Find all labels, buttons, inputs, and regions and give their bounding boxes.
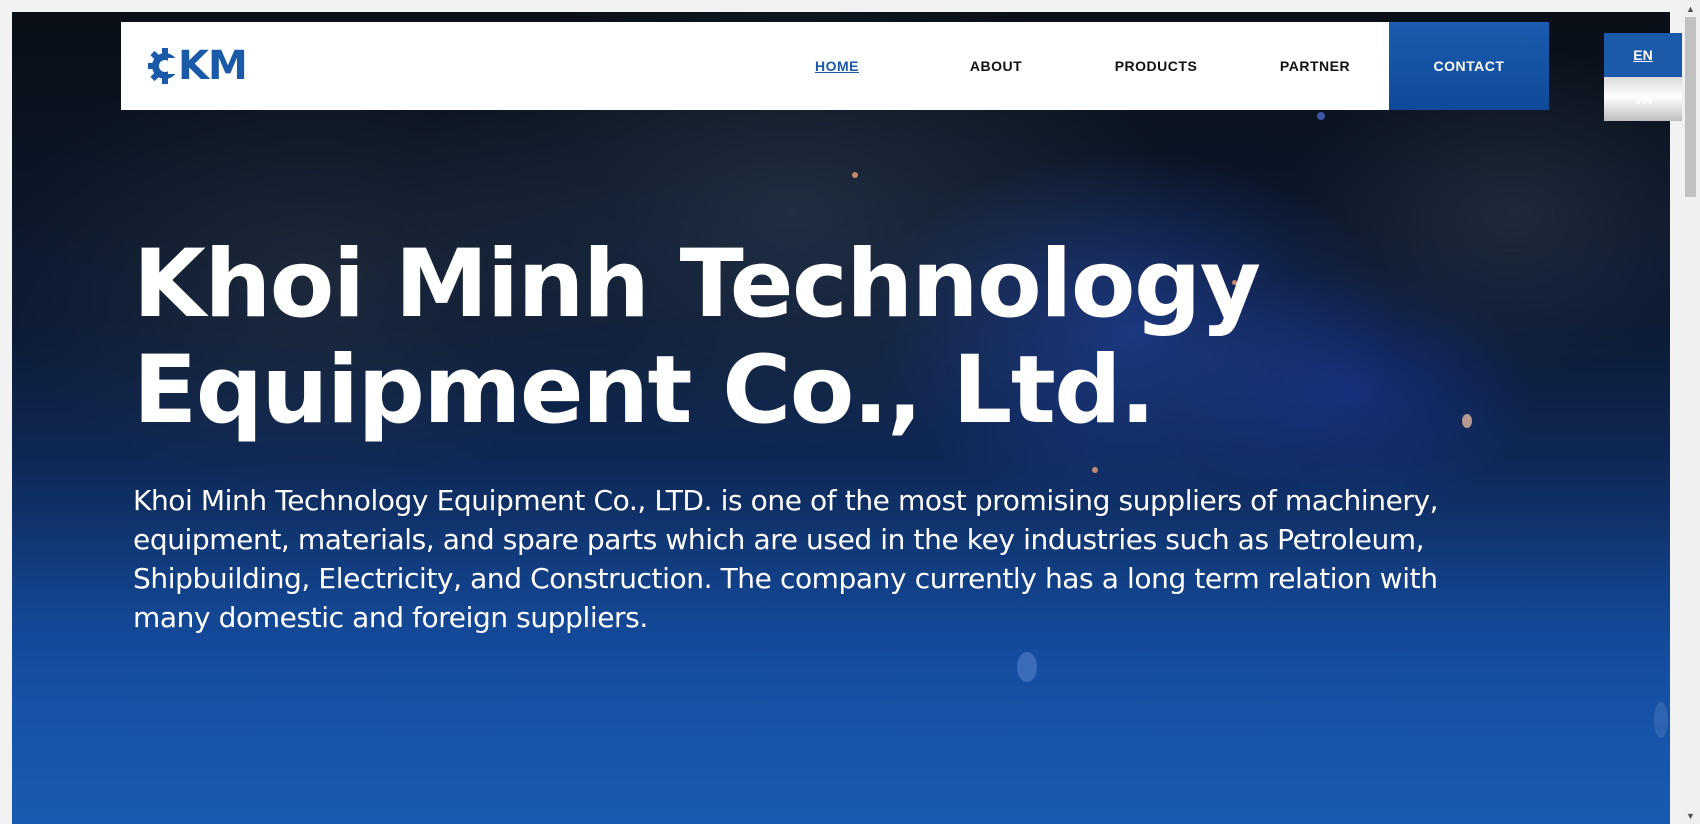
nav-about[interactable]: ABOUT [936, 22, 1056, 110]
company-logo[interactable]: KM [148, 44, 248, 88]
chevron-up-icon[interactable]: ▲ [1681, 0, 1700, 17]
language-en-button[interactable]: EN [1604, 33, 1682, 77]
language-switcher: EN VN [1604, 33, 1682, 121]
scrollbar-thumb[interactable] [1685, 17, 1696, 197]
logo-text: KM [178, 43, 248, 89]
gear-icon [148, 48, 182, 84]
spark-decoration [852, 172, 858, 178]
nav-products[interactable]: PRODUCTS [1096, 22, 1216, 110]
main-navbar: KM HOME ABOUT PRODUCTS PARTNER CONTACT [121, 22, 1549, 110]
spark-decoration [1092, 467, 1098, 473]
chevron-down-icon[interactable]: ▼ [1681, 807, 1700, 824]
nav-partner[interactable]: PARTNER [1255, 22, 1375, 110]
spark-decoration [1317, 112, 1325, 120]
hero-title: Khoi Minh Technology Equipment Co., Ltd. [133, 232, 1333, 444]
hero-description: Khoi Minh Technology Equipment Co., LTD.… [133, 484, 1439, 634]
hero-title-line1: Khoi Minh Technology [133, 230, 1261, 339]
hero-title-line2: Equipment Co., Ltd. [133, 336, 1156, 445]
nav-home[interactable]: HOME [777, 22, 897, 110]
language-vn-button[interactable]: VN [1604, 77, 1682, 121]
spark-decoration [1462, 414, 1472, 428]
spark-decoration [1654, 702, 1668, 738]
nav-contact-button[interactable]: CONTACT [1389, 22, 1549, 110]
page-scrollbar[interactable]: ▲ ▼ [1681, 0, 1700, 824]
spark-decoration [1017, 652, 1037, 682]
